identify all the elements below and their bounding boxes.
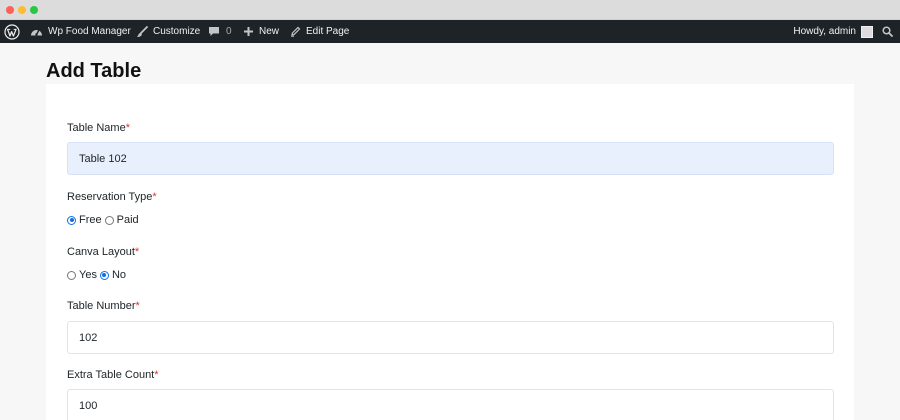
reservation-free-label[interactable]: Free — [79, 214, 102, 226]
extra-table-count-label-text: Extra Table Count — [67, 369, 155, 381]
canva-layout-yes-label[interactable]: Yes — [79, 269, 97, 281]
reservation-type-radio-group: Free Paid — [67, 214, 142, 226]
pencil-icon — [291, 26, 301, 37]
reservation-free-radio[interactable] — [67, 215, 76, 225]
canva-layout-yes-radio[interactable] — [67, 270, 76, 280]
paintbrush-icon — [137, 25, 148, 37]
customize-link[interactable]: Customize — [136, 20, 200, 43]
table-number-label-text: Table Number — [67, 300, 136, 312]
table-name-label: Table Name* — [67, 122, 130, 134]
required-marker: * — [154, 369, 159, 381]
comments-link[interactable]: 0 — [208, 20, 232, 43]
new-content-menu[interactable]: New — [243, 20, 279, 43]
dashboard-gauge-icon — [31, 29, 42, 36]
minimize-window-button[interactable] — [18, 6, 26, 14]
required-marker: * — [134, 246, 140, 258]
reservation-type-label: Reservation Type* — [67, 191, 157, 203]
canva-layout-label-text: Canva Layout — [67, 246, 135, 258]
avatar — [861, 25, 873, 38]
plus-icon — [244, 27, 253, 36]
table-number-label: Table Number* — [67, 300, 140, 312]
my-account-menu[interactable]: Howdy, admin — [793, 20, 873, 43]
table-name-label-text: Table Name — [67, 122, 126, 134]
maximize-window-button[interactable] — [30, 6, 38, 14]
extra-table-count-input[interactable] — [67, 389, 834, 420]
canva-layout-no-radio[interactable] — [99, 270, 109, 280]
page-title: Add Table — [46, 60, 142, 82]
wordpress-logo-icon — [4, 23, 20, 40]
close-window-button[interactable] — [6, 6, 14, 14]
edit-page-label: Edit Page — [306, 26, 350, 37]
add-table-form: Table Name* Reservation Type* Free Paid … — [46, 84, 854, 420]
customize-label: Customize — [153, 26, 201, 37]
reservation-type-label-text: Reservation Type — [67, 191, 153, 203]
window-titlebar — [0, 0, 900, 20]
table-name-input[interactable] — [67, 142, 834, 175]
howdy-label: Howdy, admin — [793, 26, 856, 37]
reservation-paid-label[interactable]: Paid — [117, 214, 139, 226]
canva-layout-label: Canva Layout* — [67, 246, 139, 258]
required-marker: * — [125, 122, 130, 134]
canva-layout-radio-group: Yes No — [67, 269, 129, 281]
wordpress-logo-menu[interactable] — [4, 20, 20, 43]
admin-bar: Wp Food Manager Customize 0 New Edit Pag… — [0, 20, 900, 43]
reservation-paid-radio[interactable] — [104, 215, 114, 225]
canva-layout-no-label[interactable]: No — [112, 269, 126, 281]
required-marker: * — [152, 191, 157, 203]
extra-table-count-label: Extra Table Count* — [67, 369, 159, 381]
edit-page-link[interactable]: Edit Page — [290, 20, 349, 43]
site-name-menu[interactable]: Wp Food Manager — [30, 20, 131, 43]
new-label: New — [259, 26, 280, 37]
comments-count: 0 — [226, 26, 232, 37]
required-marker: * — [135, 300, 140, 312]
comment-bubble-icon — [209, 27, 219, 36]
adminbar-search-button[interactable] — [882, 20, 893, 43]
table-number-input[interactable] — [67, 321, 834, 354]
site-name-label: Wp Food Manager — [48, 26, 131, 37]
search-icon — [882, 26, 893, 37]
